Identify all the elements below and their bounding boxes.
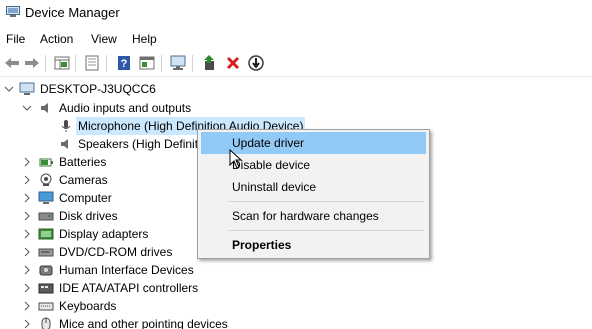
tree-category-disk-drives[interactable]: Disk drives bbox=[0, 207, 200, 225]
category-label: Audio inputs and outputs bbox=[59, 101, 192, 115]
toolbar: ? bbox=[0, 51, 592, 77]
menu-item-label: Properties bbox=[232, 238, 292, 252]
help-icon[interactable]: ? bbox=[114, 54, 134, 72]
battery-icon bbox=[39, 158, 53, 167]
expand-chevron-icon[interactable] bbox=[22, 207, 32, 225]
category-label: Batteries bbox=[59, 155, 107, 169]
category-label: Display adapters bbox=[59, 227, 149, 241]
hid-icon bbox=[39, 265, 53, 276]
computer-icon bbox=[38, 191, 54, 204]
category-label: Computer bbox=[59, 191, 112, 205]
expand-chevron-icon[interactable] bbox=[22, 243, 32, 261]
tree-category-keyboards[interactable]: Keyboards bbox=[0, 297, 200, 315]
menu-properties[interactable]: Properties bbox=[201, 234, 426, 256]
menu-file[interactable]: File bbox=[6, 32, 25, 46]
menu-uninstall-device[interactable]: Uninstall device bbox=[201, 176, 426, 198]
keyboard-icon bbox=[38, 302, 54, 311]
properties-grid-icon[interactable] bbox=[52, 54, 72, 72]
menu-separator bbox=[228, 230, 424, 231]
display-adapter-icon bbox=[38, 228, 54, 240]
tree-category-mice[interactable]: Mice and other pointing devices bbox=[0, 315, 260, 329]
tree-category-hid[interactable]: Human Interface Devices bbox=[0, 261, 220, 279]
monitor-scan-icon[interactable] bbox=[168, 54, 188, 72]
toolbar-separator bbox=[161, 55, 162, 72]
menu-item-label: Disable device bbox=[232, 158, 311, 172]
speaker-icon bbox=[61, 139, 68, 149]
expand-chevron-icon[interactable] bbox=[22, 189, 32, 207]
mouse-cursor-icon bbox=[229, 149, 243, 169]
menu-item-label: Uninstall device bbox=[232, 180, 317, 194]
category-label: IDE ATA/ATAPI controllers bbox=[59, 281, 199, 295]
microphone-icon bbox=[61, 120, 71, 132]
tree-root[interactable]: DESKTOP-J3UQCC6 bbox=[0, 80, 300, 98]
camera-icon bbox=[40, 173, 52, 186]
menu-item-label: Scan for hardware changes bbox=[232, 209, 379, 223]
update-driver-icon[interactable] bbox=[200, 54, 220, 72]
category-label: Cameras bbox=[59, 173, 108, 187]
menu-bar: File Action View Help bbox=[0, 29, 592, 49]
svg-text:?: ? bbox=[121, 58, 128, 70]
window-title: Device Manager bbox=[25, 5, 120, 20]
tree-category-audio[interactable]: Audio inputs and outputs bbox=[0, 99, 300, 117]
category-label: Disk drives bbox=[59, 209, 118, 223]
expand-chevron-icon[interactable] bbox=[22, 171, 32, 189]
menu-separator bbox=[228, 201, 424, 202]
tree-category-display-adapters[interactable]: Display adapters bbox=[0, 225, 200, 243]
expand-chevron-icon[interactable] bbox=[22, 297, 32, 315]
tree-category-batteries[interactable]: Batteries bbox=[0, 153, 200, 171]
collapse-chevron-icon[interactable] bbox=[4, 80, 14, 98]
expand-chevron-icon[interactable] bbox=[22, 315, 32, 329]
menu-scan-hardware[interactable]: Scan for hardware changes bbox=[201, 205, 426, 227]
disable-icon[interactable] bbox=[246, 54, 266, 72]
category-label: DVD/CD-ROM drives bbox=[59, 245, 173, 259]
category-label: Keyboards bbox=[59, 299, 117, 313]
mouse-icon bbox=[41, 317, 51, 329]
expand-chevron-icon[interactable] bbox=[22, 225, 32, 243]
expand-chevron-icon[interactable] bbox=[22, 153, 32, 171]
properties-sheet-icon[interactable] bbox=[82, 54, 102, 72]
tree-category-dvd-drives[interactable]: DVD/CD-ROM drives bbox=[0, 243, 220, 261]
category-label: Mice and other pointing devices bbox=[59, 317, 228, 329]
expand-chevron-icon[interactable] bbox=[22, 261, 32, 279]
tree-category-ide[interactable]: IDE ATA/ATAPI controllers bbox=[0, 279, 220, 297]
device-manager-icon bbox=[6, 6, 20, 17]
title-bar: Device Manager bbox=[0, 0, 592, 28]
forward-icon[interactable] bbox=[22, 54, 42, 72]
tree-category-cameras[interactable]: Cameras bbox=[0, 171, 200, 189]
menu-help[interactable]: Help bbox=[132, 32, 157, 46]
device-label: Speakers (High Definit bbox=[78, 137, 199, 151]
computer-icon bbox=[19, 82, 35, 95]
ide-controller-icon bbox=[38, 283, 54, 294]
menu-view[interactable]: View bbox=[91, 32, 117, 46]
category-label: Human Interface Devices bbox=[59, 263, 194, 277]
expand-chevron-icon[interactable] bbox=[22, 279, 32, 297]
toolbar-separator bbox=[106, 55, 107, 72]
tree-category-computer[interactable]: Computer bbox=[0, 189, 200, 207]
toolbar-separator bbox=[192, 55, 193, 72]
speaker-icon bbox=[41, 103, 48, 113]
disk-drive-icon bbox=[38, 212, 54, 221]
uninstall-icon[interactable] bbox=[223, 54, 243, 72]
collapse-chevron-icon[interactable] bbox=[22, 99, 32, 117]
tree-device-speakers[interactable]: Speakers (High Definit bbox=[0, 135, 200, 153]
menu-action[interactable]: Action bbox=[40, 32, 73, 46]
toolbar-separator bbox=[75, 55, 76, 72]
toolbar-separator bbox=[45, 55, 46, 72]
console-icon[interactable] bbox=[137, 54, 157, 72]
dvd-drive-icon bbox=[38, 248, 54, 257]
back-icon[interactable] bbox=[2, 54, 22, 72]
computer-name: DESKTOP-J3UQCC6 bbox=[40, 82, 156, 96]
